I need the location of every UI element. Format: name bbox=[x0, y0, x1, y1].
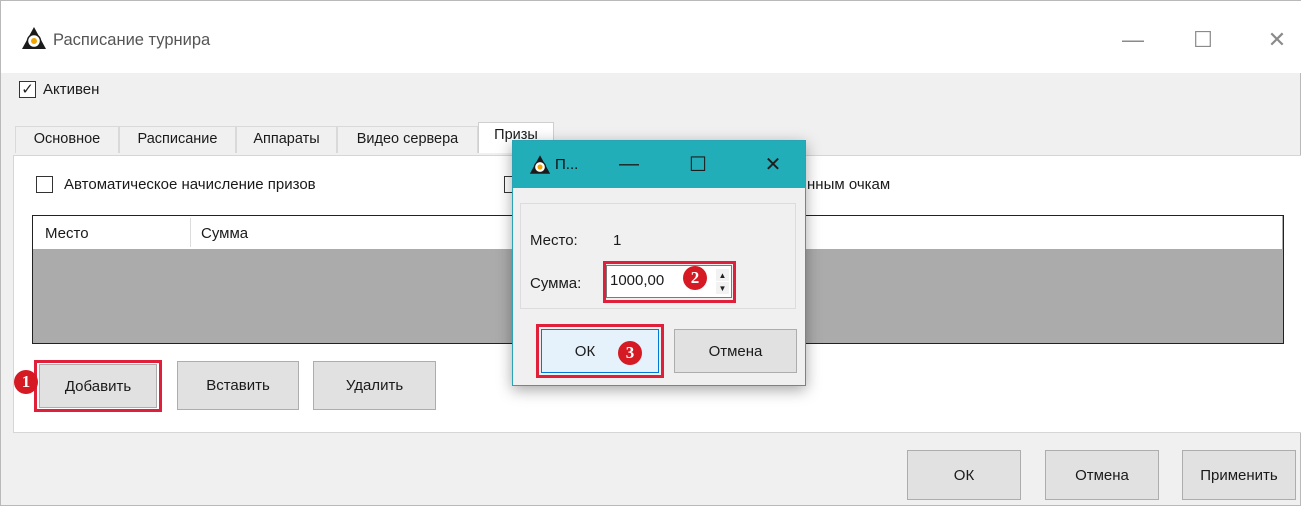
place-label: Место: bbox=[530, 232, 578, 249]
dialog-cancel-button[interactable]: Отмена bbox=[674, 329, 797, 373]
tab-video-servers[interactable]: Видео сервера bbox=[337, 126, 478, 153]
add-button[interactable]: Добавить bbox=[39, 364, 157, 408]
dialog-title: П... bbox=[555, 156, 579, 173]
dialog-close-button[interactable]: ✕ bbox=[755, 148, 791, 180]
place-value: 1 bbox=[613, 232, 622, 249]
maximize-button[interactable]: ☐ bbox=[1183, 23, 1223, 57]
sum-stepper[interactable]: 1000,00 ▲ ▼ bbox=[606, 265, 732, 298]
column-header-place[interactable]: Место bbox=[45, 225, 89, 242]
tab-general[interactable]: Основное bbox=[15, 126, 119, 153]
cancel-button[interactable]: Отмена bbox=[1045, 450, 1159, 500]
column-divider[interactable] bbox=[190, 218, 191, 247]
insert-button[interactable]: Вставить bbox=[177, 361, 299, 410]
step-badge-1: 1 bbox=[14, 370, 38, 394]
sum-label: Сумма: bbox=[530, 275, 582, 292]
auto-prizes-checkbox[interactable]: Автоматическое начисление призов bbox=[36, 175, 376, 197]
dialog-logo-icon bbox=[529, 153, 551, 175]
prize-dialog: П... — ☐ ✕ Место: 1 Сумма: 1000,00 ▲ ▼ 2… bbox=[512, 140, 806, 386]
title-bar: Расписание турнира — ☐ ✕ bbox=[1, 1, 1301, 73]
dialog-minimize-button[interactable]: — bbox=[611, 148, 647, 180]
auto-prizes-label: Автоматическое начисление призов bbox=[64, 176, 316, 193]
second-checkbox-label: нным очкам bbox=[807, 176, 891, 193]
step-badge-3: 3 bbox=[618, 341, 642, 365]
step-badge-2: 2 bbox=[683, 266, 707, 290]
sum-input[interactable]: 1000,00 bbox=[610, 272, 664, 289]
dialog-title-bar[interactable]: П... — ☐ ✕ bbox=[513, 141, 805, 188]
active-checkbox-box[interactable]: ✓ bbox=[19, 81, 36, 98]
close-button[interactable]: ✕ bbox=[1257, 23, 1297, 57]
ok-button[interactable]: ОК bbox=[907, 450, 1021, 500]
spin-down-icon[interactable]: ▼ bbox=[716, 282, 729, 294]
apply-button[interactable]: Применить bbox=[1182, 450, 1296, 500]
delete-button[interactable]: Удалить bbox=[313, 361, 436, 410]
dialog-ok-label: ОК bbox=[574, 342, 596, 360]
auto-prizes-checkbox-box[interactable] bbox=[36, 176, 53, 193]
column-header-sum[interactable]: Сумма bbox=[201, 225, 248, 242]
spin-up-icon[interactable]: ▲ bbox=[716, 269, 729, 281]
active-checkbox-label: Активен bbox=[43, 81, 100, 98]
tab-machines[interactable]: Аппараты bbox=[236, 126, 337, 153]
minimize-button[interactable]: — bbox=[1113, 23, 1153, 57]
app-logo-icon bbox=[21, 26, 47, 50]
window-title: Расписание турнира bbox=[53, 31, 211, 49]
tab-schedule[interactable]: Расписание bbox=[119, 126, 236, 153]
dialog-maximize-button[interactable]: ☐ bbox=[680, 148, 716, 180]
active-checkbox[interactable]: ✓ Активен bbox=[19, 79, 139, 101]
